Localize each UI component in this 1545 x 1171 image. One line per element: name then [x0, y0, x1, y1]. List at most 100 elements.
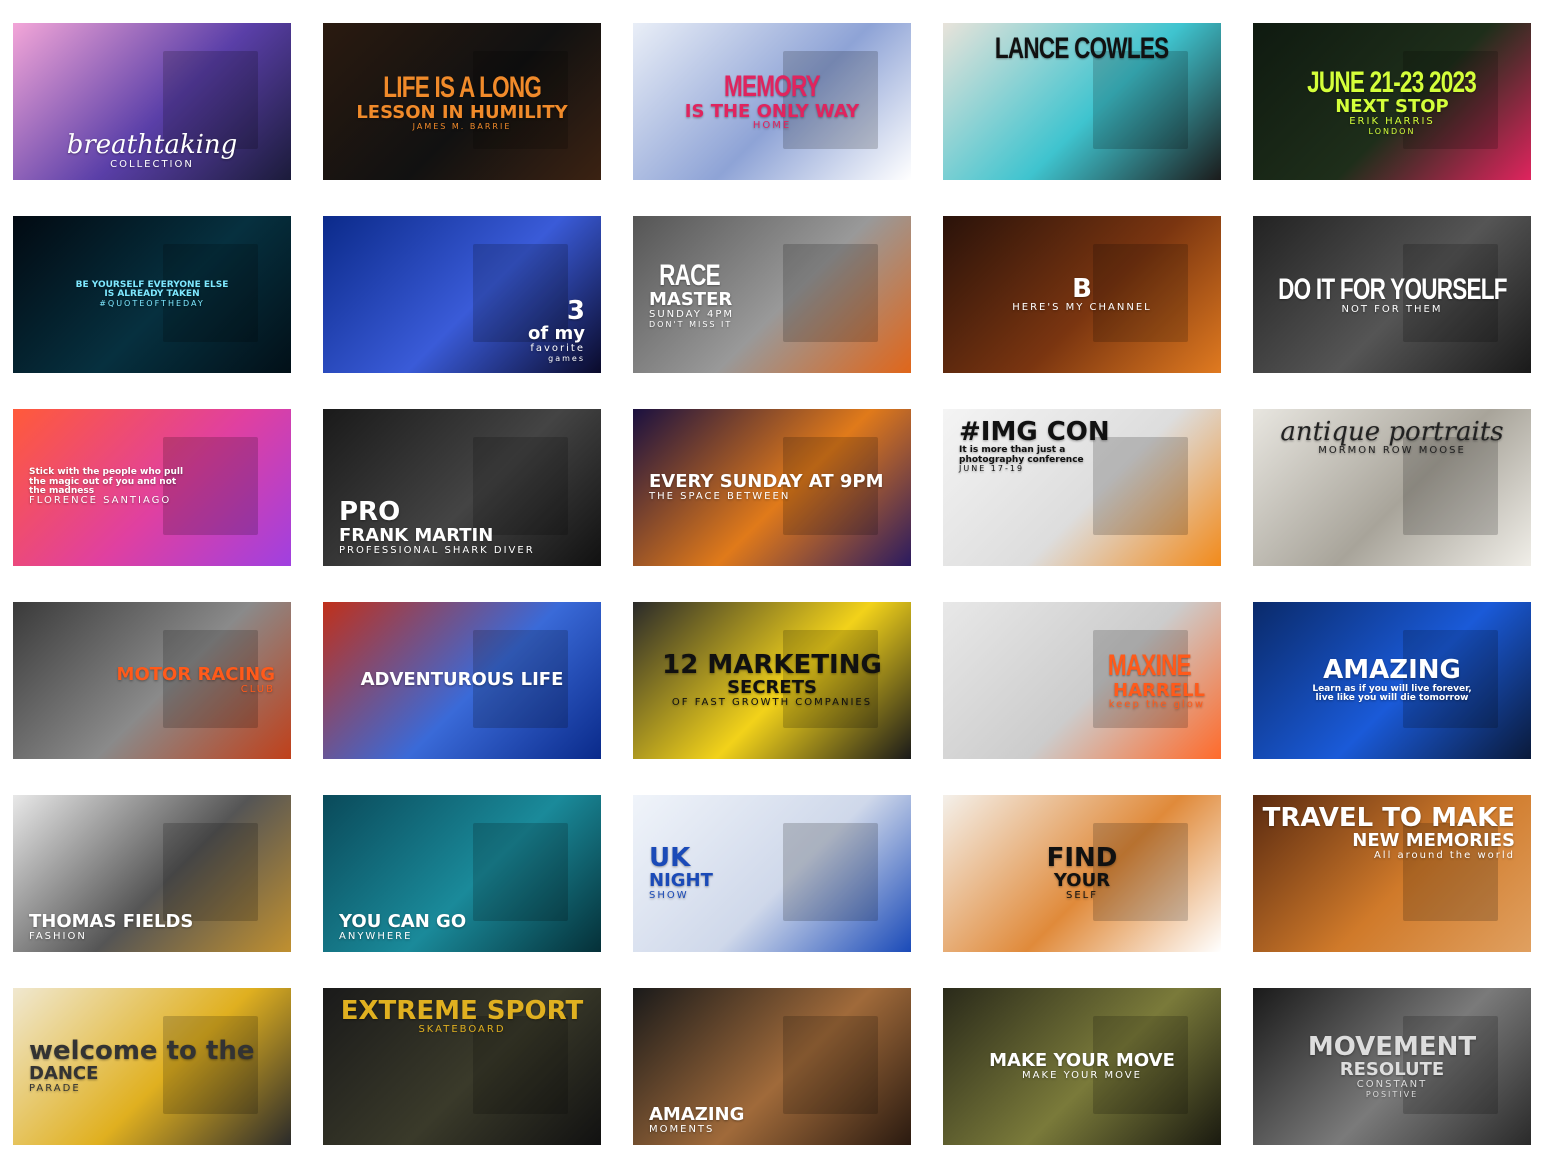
- thumbnail-next-stop-london[interactable]: JUNE 21-23 2023 NEXT STOP ERIK HARRIS LONDO…: [1253, 23, 1531, 180]
- thumbnail-dance-parade[interactable]: welcome to the DANCE PARADE: [13, 988, 291, 1145]
- thumbnail-text: MAKE YOUR MOVE: [1022, 1069, 1142, 1081]
- thumbnail-text: It is more than just a photography confe…: [959, 445, 1084, 465]
- thumbnail-text: MAKE YOUR MOVE: [989, 1049, 1175, 1071]
- thumbnail-text: EXTREME SPORT: [340, 996, 584, 1026]
- thumbnail-text: welcome to the: [29, 1036, 255, 1067]
- thumbnail-every-sunday-at-9pm[interactable]: EVERY SUNDAY AT 9PM THE SPACE BETWEEN: [633, 409, 911, 566]
- thumbnail-img-con[interactable]: #IMG CON It is more than just a photograp…: [943, 409, 1221, 566]
- thumbnail-text: SKATEBOARD: [418, 1024, 506, 1036]
- thumbnail-text: MEMORY: [724, 70, 821, 104]
- thumbnail-text: Stick with the people who pull the magic…: [29, 467, 184, 496]
- thumbnail-text: THE SPACE BETWEEN: [649, 490, 791, 502]
- thumbnail-lance-cowles[interactable]: LANCE COWLES: [943, 23, 1221, 180]
- thumbnail-text: NEXT STOP: [1335, 96, 1449, 118]
- thumbnail-text: breathtaking: [66, 130, 238, 161]
- thumbnail-text: UK: [649, 843, 691, 874]
- thumbnail-text: LONDON: [1368, 126, 1416, 136]
- thumbnail-maxine-harrell[interactable]: MAXINE HARRELL keep the glow: [943, 602, 1221, 759]
- thumbnail-amazing-moments[interactable]: AMAZING MOMENTS: [633, 988, 911, 1145]
- thumbnail-text: MOTOR RACING: [116, 663, 275, 685]
- thumbnail-text: FIND: [1046, 843, 1118, 874]
- thumbnail-text: SECRETS: [727, 677, 817, 699]
- thumbnail-image-area: [783, 244, 878, 342]
- thumbnail-motor-racing-club[interactable]: MOTOR RACING CLUB: [13, 602, 291, 759]
- thumbnail-text: NEW MEMORIES: [1352, 830, 1515, 852]
- thumbnail-text: JUNE 17-19: [959, 464, 1025, 474]
- thumbnail-text: NIGHT: [649, 870, 713, 892]
- thumbnail-text: LESSON IN HUMILITY: [356, 101, 568, 123]
- thumbnail-text: CLUB: [240, 683, 275, 695]
- thumbnail-text: HERE'S MY CHANNEL: [1012, 301, 1152, 313]
- thumbnail-text: 12 MARKETING: [662, 650, 882, 681]
- thumbnail-text: DO IT FOR YOURSELF: [1277, 272, 1507, 306]
- thumbnail-text: EVERY SUNDAY AT 9PM: [649, 470, 884, 492]
- thumbnail-text: SHOW: [649, 890, 689, 902]
- thumbnail-3-favorite-games[interactable]: 3 of my favorite games: [323, 216, 601, 373]
- thumbnail-stick-with-the-people-quote[interactable]: Stick with the people who pull the magic…: [13, 409, 291, 566]
- thumbnail-text: POSITIVE: [1365, 1089, 1419, 1099]
- thumbnail-text: games: [548, 353, 585, 363]
- thumbnail-text: HARRELL: [1113, 679, 1205, 701]
- thumbnail-12-marketing-secrets[interactable]: 12 MARKETING SECRETS OF FAST GROWTH COMPAN…: [633, 602, 911, 759]
- thumbnail-breathtaking-collection[interactable]: breathtaking COLLECTION: [13, 23, 291, 180]
- thumbnail-text: FASHION: [29, 930, 87, 942]
- thumbnail-text: TRAVEL TO MAKE: [1262, 803, 1515, 833]
- thumbnail-text: AMAZING: [649, 1103, 745, 1125]
- thumbnail-uk-night-show[interactable]: UK NIGHT SHOW: [633, 795, 911, 952]
- thumbnail-text: FLORENCE SANTIAGO: [29, 495, 172, 507]
- thumbnail-image-area: [1093, 244, 1188, 342]
- thumbnail-text: 3: [566, 295, 585, 326]
- thumbnail-antique-portraits[interactable]: antique portraits MORMON ROW MOOSE: [1253, 409, 1531, 566]
- thumbnail-image-area: [1093, 51, 1188, 149]
- thumbnail-extreme-sport[interactable]: EXTREME SPORT SKATEBOARD: [323, 988, 601, 1145]
- thumbnail-frank-martin[interactable]: PRO FRANK MARTIN PROFESSIONAL SHARK DIVER: [323, 409, 601, 566]
- thumbnail-text: Learn as if you will live forever, live …: [1312, 683, 1472, 704]
- thumbnail-you-can-go-anywhere[interactable]: YOU CAN GO ANYWHERE: [323, 795, 601, 952]
- thumbnail-find-your-self[interactable]: FIND YOUR SELF: [943, 795, 1221, 952]
- thumbnail-text: All around the world: [1373, 850, 1515, 862]
- thumbnail-race-master[interactable]: RACE MASTER SUNDAY 4PM DON'T MISS IT: [633, 216, 911, 373]
- thumbnail-do-it-for-yourself[interactable]: DO IT FOR YOURSELF NOT FOR THEM: [1253, 216, 1531, 373]
- thumbnail-text: ANYWHERE: [339, 930, 413, 942]
- thumbnail-text: #QUOTEOFTHEDAY: [99, 298, 205, 308]
- thumbnail-text: PRO: [339, 497, 401, 528]
- thumbnail-text: RESOLUTE: [1339, 1059, 1445, 1081]
- thumbnail-text: antique portraits: [1280, 417, 1504, 447]
- thumbnail-amazing[interactable]: AMAZING Learn as if you will live forever…: [1253, 602, 1531, 759]
- thumbnail-text: MOVEMENT: [1307, 1031, 1477, 1062]
- thumbnail-text: RACE: [659, 258, 721, 292]
- thumbnail-adventurous-life[interactable]: ADVENTUROUS LIFE: [323, 602, 601, 759]
- thumbnail-be-yourself-quote[interactable]: BE YOURSELF EVERYONE ELSE IS ALREADY TAK…: [13, 216, 291, 373]
- thumbnail-movement-resolute-constant-positive[interactable]: MOVEMENT RESOLUTE CONSTANT POSITIVE: [1253, 988, 1531, 1145]
- thumbnail-text: MAXINE: [1108, 649, 1192, 683]
- thumbnail-text: OF FAST GROWTH COMPANIES: [671, 697, 873, 709]
- thumbnail-text: SELF: [1066, 890, 1098, 902]
- thumbnail-text: DANCE: [29, 1063, 99, 1085]
- thumbnail-image-area: [783, 1016, 878, 1114]
- thumbnail-text: LANCE COWLES: [995, 32, 1169, 65]
- thumbnail-text: IS THE ONLY WAY: [684, 100, 860, 122]
- thumbnail-image-area: [473, 823, 568, 921]
- thumbnail-text: BE YOURSELF EVERYONE ELSE IS ALREADY TAK…: [75, 279, 229, 300]
- thumbnail-text: COLLECTION: [110, 158, 194, 170]
- thumbnail-text: HOME: [752, 120, 792, 132]
- thumbnail-make-your-move[interactable]: MAKE YOUR MOVE MAKE YOUR MOVE: [943, 988, 1221, 1145]
- thumbnail-travel-to-make-new-memories[interactable]: TRAVEL TO MAKE NEW MEMORIES All around the…: [1253, 795, 1531, 952]
- thumbnail-text: MOMENTS: [649, 1123, 715, 1135]
- thumbnail-text: THOMAS FIELDS: [29, 910, 194, 932]
- thumbnail-image-area: [783, 823, 878, 921]
- thumbnail-memory-is-the-only-way-home[interactable]: MEMORY IS THE ONLY WAY HOME: [633, 23, 911, 180]
- thumbnail-text: AMAZING: [1323, 655, 1461, 686]
- thumbnail-text: #IMG CON: [959, 417, 1110, 447]
- thumbnail-heres-my-channel[interactable]: B HERE'S MY CHANNEL: [943, 216, 1221, 373]
- thumbnail-text: keep the glow: [1108, 699, 1205, 711]
- thumbnail-text: FRANK MARTIN: [339, 524, 494, 546]
- template-thumbnail-grid: breathtaking COLLECTION LIFE IS A LONG LESS…: [13, 23, 1531, 1145]
- thumbnail-life-is-a-long-lesson[interactable]: LIFE IS A LONG LESSON IN HUMILITY JAMES M.…: [323, 23, 601, 180]
- thumbnail-text: JAMES M. BARRIE: [412, 121, 512, 131]
- thumbnail-text: NOT FOR THEM: [1341, 304, 1443, 315]
- thumbnail-thomas-fields[interactable]: THOMAS FIELDS FASHION: [13, 795, 291, 952]
- thumbnail-image-area: [473, 437, 568, 535]
- thumbnail-text: ADVENTUROUS LIFE: [360, 669, 564, 691]
- thumbnail-text: of my: [528, 323, 585, 345]
